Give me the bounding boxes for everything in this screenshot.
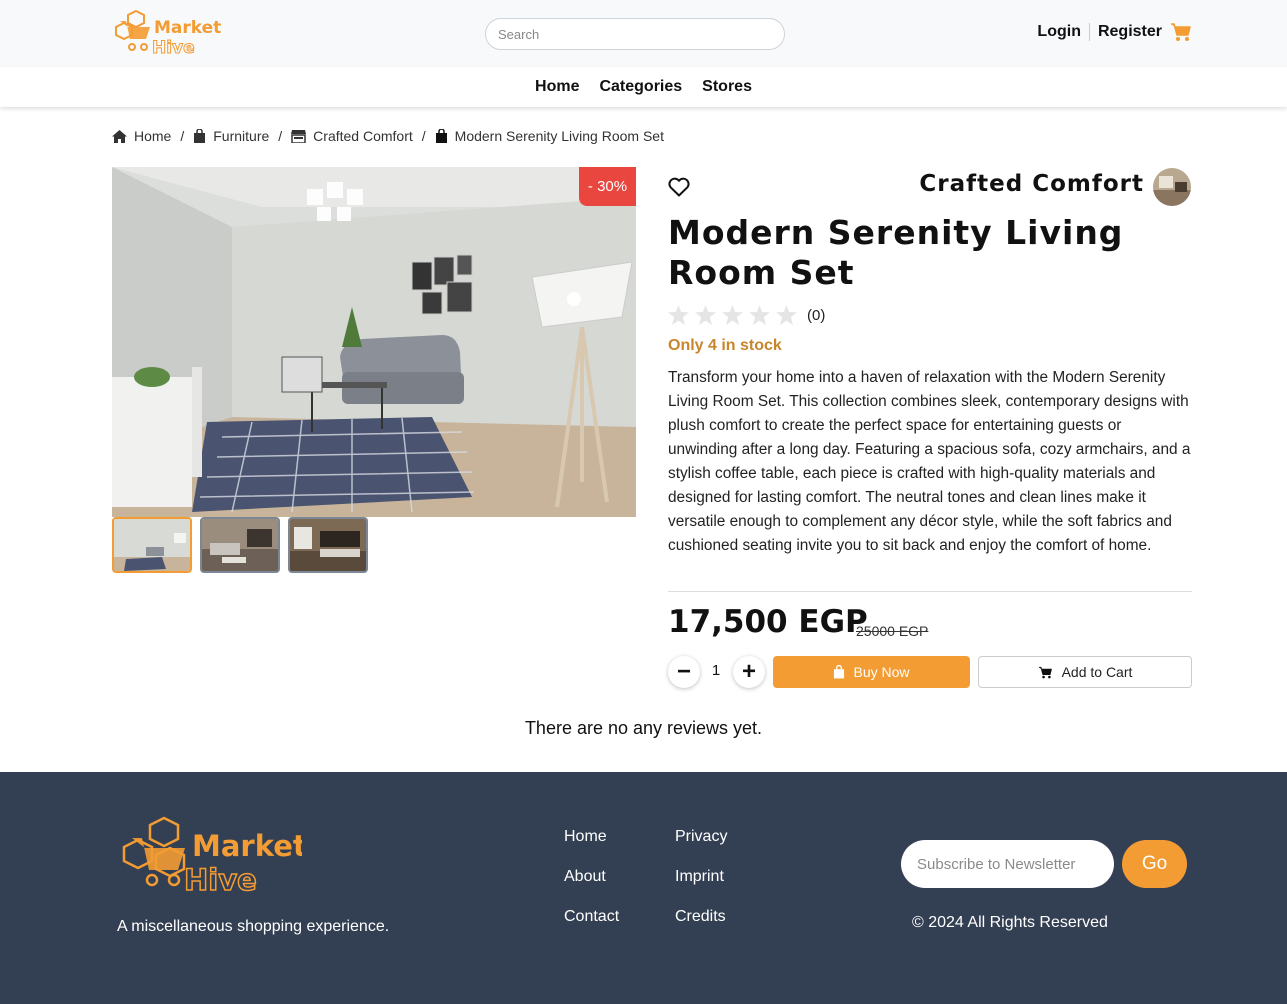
register-link[interactable]: Register xyxy=(1090,23,1170,41)
current-price: 17,500 EGP xyxy=(668,604,868,640)
star-icon[interactable] xyxy=(695,305,716,325)
stock-status: Only 4 in stock xyxy=(668,337,782,354)
quantity-decrease-button[interactable]: − xyxy=(668,656,700,688)
star-icon[interactable] xyxy=(668,305,689,325)
product-description: Transform your home into a haven of rela… xyxy=(668,369,1191,554)
old-price: 25000 EGP xyxy=(856,623,929,639)
rating-stars: (0) xyxy=(668,305,825,325)
heart-icon[interactable] xyxy=(668,177,690,197)
bag-icon xyxy=(435,129,447,143)
market-hive-logo[interactable]: Market Hive xyxy=(122,814,302,896)
svg-text:Market: Market xyxy=(154,18,221,38)
buy-now-button[interactable]: Buy Now xyxy=(773,656,970,688)
store-icon xyxy=(291,129,307,143)
home-icon xyxy=(112,129,127,143)
nav-home[interactable]: Home xyxy=(535,78,579,96)
footer-link-about[interactable]: About xyxy=(564,868,606,886)
thumbnail-2[interactable] xyxy=(200,517,280,573)
thumbnail-1[interactable] xyxy=(112,517,192,573)
nav-categories[interactable]: Categories xyxy=(599,78,682,96)
breadcrumb: Home / Furniture / Crafted Comfort / Mod… xyxy=(112,128,664,144)
footer-link-privacy[interactable]: Privacy xyxy=(675,828,727,846)
footer-link-imprint[interactable]: Imprint xyxy=(675,868,724,886)
breadcrumb-separator: / xyxy=(278,128,283,144)
newsletter-go-button[interactable]: Go xyxy=(1122,840,1187,888)
top-header: Market Hive Login Register xyxy=(0,0,1287,67)
breadcrumb-store[interactable]: Crafted Comfort xyxy=(291,128,413,144)
main-nav: Home Categories Stores xyxy=(0,67,1287,107)
breadcrumb-furniture[interactable]: Furniture xyxy=(193,128,269,144)
footer-tagline: A miscellaneous shopping experience. xyxy=(117,918,390,935)
cart-icon[interactable] xyxy=(1170,22,1192,42)
add-to-cart-button[interactable]: Add to Cart xyxy=(978,656,1192,688)
star-icon[interactable] xyxy=(749,305,770,325)
nav-stores[interactable]: Stores xyxy=(702,78,752,96)
breadcrumb-home[interactable]: Home xyxy=(112,128,171,144)
product-title: Modern Serenity Living Room Set xyxy=(668,213,1124,292)
search-input[interactable] xyxy=(485,18,785,50)
login-link[interactable]: Login xyxy=(1037,23,1090,41)
breadcrumb-separator: / xyxy=(421,128,426,144)
divider xyxy=(668,591,1192,592)
footer-link-credits[interactable]: Credits xyxy=(675,908,726,926)
svg-text:Market: Market xyxy=(192,829,302,863)
discount-badge: - 30% xyxy=(579,167,636,206)
copyright: © 2024 All Rights Reserved xyxy=(912,914,1108,931)
quantity-increase-button[interactable]: + xyxy=(733,656,765,688)
market-hive-logo[interactable]: Market Hive xyxy=(114,9,222,57)
newsletter-email-field[interactable] xyxy=(901,840,1114,888)
cart-icon xyxy=(1038,666,1052,678)
thumbnail-3[interactable] xyxy=(288,517,368,573)
auth-links: Login Register xyxy=(1037,22,1192,42)
breadcrumb-current: Modern Serenity Living Room Set xyxy=(435,128,664,144)
breadcrumb-separator: / xyxy=(180,128,185,144)
footer: Market Hive A miscellaneous shopping exp… xyxy=(0,772,1287,1004)
star-icon[interactable] xyxy=(776,305,797,325)
bag-icon xyxy=(834,665,845,679)
footer-link-contact[interactable]: Contact xyxy=(564,908,619,926)
product-main-image[interactable] xyxy=(112,167,636,517)
svg-text:Hive: Hive xyxy=(184,863,257,896)
star-icon[interactable] xyxy=(722,305,743,325)
store-name[interactable]: Crafted Comfort xyxy=(919,171,1144,197)
footer-link-home[interactable]: Home xyxy=(564,828,607,846)
svg-text:Hive: Hive xyxy=(152,38,195,57)
reviews-empty-message: There are no any reviews yet. xyxy=(524,718,763,738)
quantity-value: 1 xyxy=(711,662,721,679)
rating-count: (0) xyxy=(807,306,826,324)
bag-icon xyxy=(194,129,206,143)
store-avatar[interactable] xyxy=(1153,168,1191,206)
